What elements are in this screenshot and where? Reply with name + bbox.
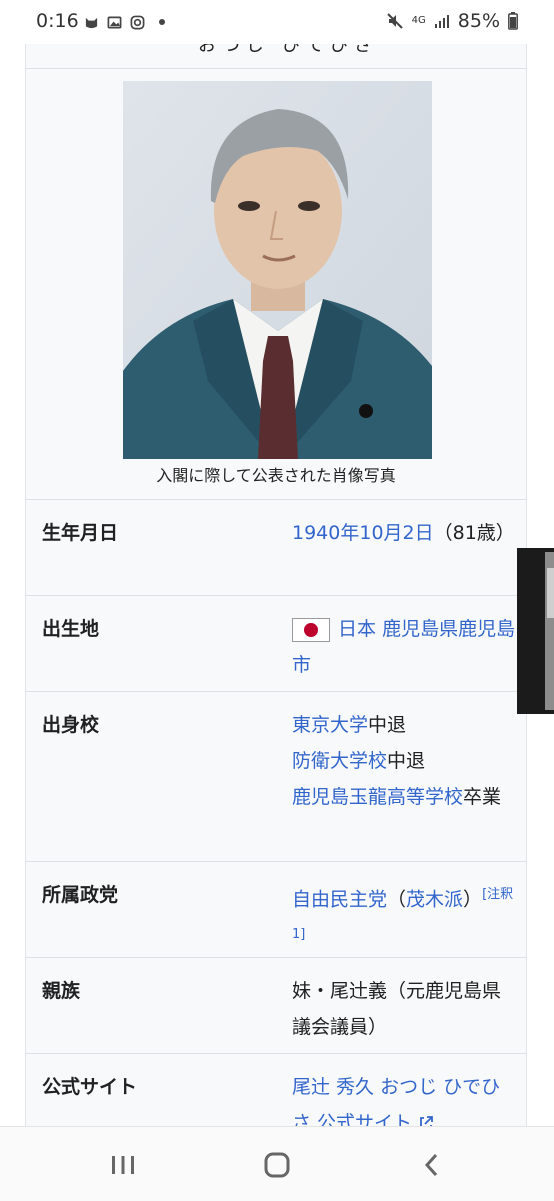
cat-icon — [85, 17, 98, 28]
party-link[interactable]: 自由民主党 — [292, 888, 387, 910]
mute-icon — [386, 13, 403, 29]
school3-status: 卒業 — [463, 786, 502, 808]
battery-icon — [508, 12, 518, 30]
faction-link[interactable]: 茂木派 — [406, 888, 463, 910]
row-birthdate: 生年月日 1940年10月2日（81歳） — [26, 499, 526, 596]
row-relatives: 親族 妹・尾辻義（元鹿児島県議会議員） — [26, 957, 526, 1054]
photo-caption: 入閣に際して公表された肖像写真 — [156, 466, 396, 485]
birthdate-label: 生年月日 — [42, 522, 119, 544]
birthdate-value: 1940年10月2日（81歳） — [292, 515, 517, 551]
alma-mater-value: 東京大学中退 防衛大学校中退 鹿児島玉龍高等学校卒業 — [292, 707, 517, 815]
row-birthplace: 出生地 日本 鹿児島県鹿児島市 — [26, 595, 526, 692]
birthdate-link[interactable]: 1940年10月2日 — [292, 522, 434, 544]
dot-icon — [159, 19, 165, 25]
school1-status: 中退 — [368, 714, 407, 736]
alma-mater-label: 出身校 — [42, 714, 100, 736]
school2-status: 中退 — [387, 750, 426, 772]
instagram-icon — [130, 15, 145, 29]
close-paren: ） — [463, 888, 483, 911]
back-icon[interactable] — [412, 1145, 452, 1185]
infobox: おつじ ひでひさ 入閣に際して公表された肖像写真 生年月日 1940年10月2日… — [25, 30, 527, 1134]
navigation-bar — [0, 1126, 554, 1201]
status-time: 0:16 — [36, 10, 79, 32]
age-text: （81歳） — [433, 522, 515, 544]
row-alma-mater: 出身校 東京大学中退 防衛大学校中退 鹿児島玉龍高等学校卒業 — [26, 691, 526, 862]
gallery-icon — [107, 16, 122, 28]
row-party: 所属政党 自由民主党（茂木派）[注釈 1] — [26, 861, 526, 958]
relatives-value: 妹・尾辻義（元鹿児島県議会議員） — [292, 980, 502, 1038]
country-link[interactable]: 日本 — [338, 618, 376, 640]
divider — [26, 68, 526, 69]
portrait-photo[interactable] — [123, 81, 432, 459]
network-label: 4G — [411, 15, 426, 26]
party-value: 自由民主党（茂木派）[注釈 1] — [292, 877, 517, 958]
status-bar: 0:16 4G 85% — [0, 0, 554, 44]
open-paren: （ — [387, 888, 407, 911]
birthplace-label: 出生地 — [42, 618, 100, 640]
signal-icon — [434, 15, 449, 28]
school1-link[interactable]: 東京大学 — [292, 714, 368, 736]
japan-flag-icon[interactable] — [292, 617, 330, 642]
birthplace-value: 日本 鹿児島県鹿児島市 — [292, 611, 517, 683]
side-panel-tab[interactable] — [517, 548, 554, 714]
recent-apps-icon[interactable] — [103, 1145, 143, 1185]
party-label: 所属政党 — [42, 884, 119, 906]
school3-link[interactable]: 鹿児島玉龍高等学校 — [292, 786, 463, 808]
relatives-label: 親族 — [42, 980, 81, 1002]
home-icon[interactable] — [257, 1145, 297, 1185]
school2-link[interactable]: 防衛大学校 — [292, 750, 387, 772]
website-label: 公式サイト — [42, 1076, 138, 1098]
battery-percent: 85% — [457, 10, 500, 32]
